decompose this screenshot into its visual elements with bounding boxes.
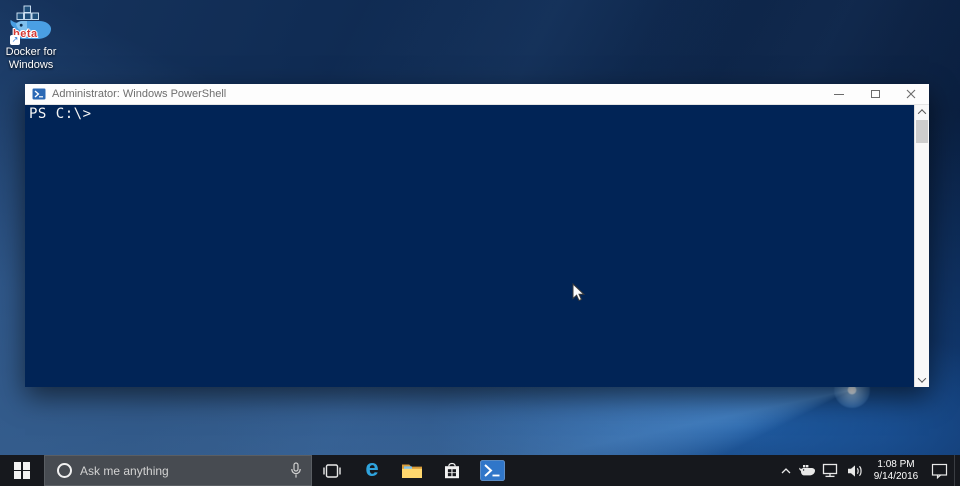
console-scrollbar[interactable] <box>914 105 929 387</box>
speaker-icon <box>847 464 862 477</box>
file-explorer-button[interactable] <box>392 455 432 486</box>
clock-date: 9/14/2016 <box>873 470 919 482</box>
network-tray-button[interactable] <box>818 455 842 486</box>
minimize-button[interactable] <box>821 84 857 104</box>
mouse-cursor <box>572 282 586 307</box>
chevron-up-icon <box>917 109 927 118</box>
docker-whale-icon <box>799 465 815 476</box>
powershell-icon <box>32 88 46 100</box>
scroll-up-button[interactable] <box>915 105 929 119</box>
window-controls <box>821 84 929 104</box>
maximize-button[interactable] <box>857 84 893 104</box>
window-titlebar[interactable]: Administrator: Windows PowerShell <box>25 84 929 105</box>
windows-logo-icon <box>13 462 31 479</box>
cortana-search-box[interactable] <box>44 455 312 486</box>
action-center-icon <box>931 463 947 479</box>
start-button[interactable] <box>0 455 44 486</box>
shortcut-arrow-icon: ↗ <box>10 35 20 45</box>
microphone-icon[interactable] <box>290 462 302 479</box>
chevron-down-icon <box>917 374 927 383</box>
screen: beta ↗ Docker for Windows Administrator:… <box>0 0 960 486</box>
docker-tray-button[interactable] <box>796 455 818 486</box>
console-area[interactable]: PS C:\> <box>25 105 929 387</box>
action-center-button[interactable] <box>924 455 954 486</box>
task-view-icon <box>323 463 341 478</box>
docker-whale-icon: beta ↗ <box>7 5 55 45</box>
console-prompt: PS C:\> <box>29 106 92 122</box>
desktop-icon-docker[interactable]: beta ↗ Docker for Windows <box>1 5 61 72</box>
edge-icon: e <box>365 455 379 482</box>
window-title: Administrator: Windows PowerShell <box>52 88 227 100</box>
file-explorer-icon <box>402 464 422 478</box>
close-icon <box>906 89 916 99</box>
scroll-down-button[interactable] <box>915 373 929 387</box>
system-tray: 1:08 PM 9/14/2016 <box>776 455 960 486</box>
show-desktop-button[interactable] <box>954 455 960 486</box>
store-icon <box>445 462 459 478</box>
edge-button[interactable]: e <box>352 455 392 486</box>
network-icon <box>822 463 838 478</box>
powershell-taskbar-button[interactable] <box>472 455 512 486</box>
show-hidden-icons-button[interactable] <box>776 455 796 486</box>
volume-tray-button[interactable] <box>842 455 868 486</box>
cortana-circle-icon <box>57 463 72 478</box>
clock[interactable]: 1:08 PM 9/14/2016 <box>868 455 924 486</box>
powershell-icon <box>479 460 505 481</box>
minimize-icon <box>834 93 844 95</box>
close-button[interactable] <box>893 84 929 104</box>
store-button[interactable] <box>432 455 472 486</box>
powershell-window: Administrator: Windows PowerShell PS C:\… <box>25 84 929 387</box>
chevron-up-icon <box>781 467 791 473</box>
docker-icon-label: Docker for Windows <box>5 46 57 71</box>
task-view-button[interactable] <box>312 455 352 486</box>
scrollbar-thumb[interactable] <box>916 120 928 143</box>
taskbar: e <box>0 455 960 486</box>
clock-time: 1:08 PM <box>877 458 915 470</box>
maximize-icon <box>870 90 880 98</box>
search-input[interactable] <box>80 463 290 478</box>
